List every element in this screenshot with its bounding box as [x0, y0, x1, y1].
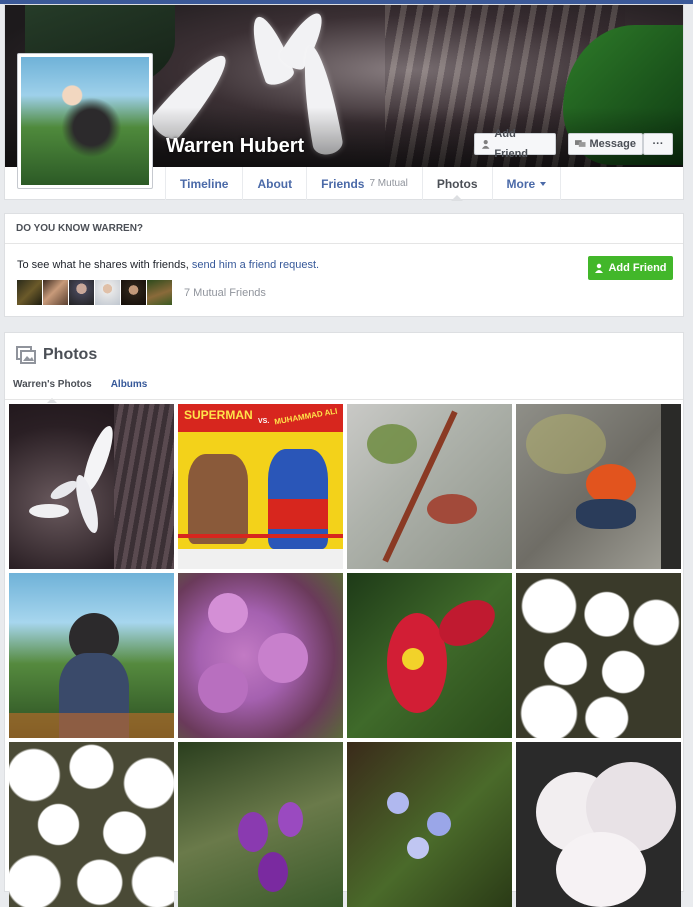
photo-thumbnail-rhododendron[interactable] [516, 742, 681, 907]
photo-thumbnail-purple-wildflowers[interactable] [178, 742, 343, 907]
do-you-know-card: DO YOU KNOW WARREN? To see what he share… [4, 213, 684, 317]
profile-nav: Timeline About Friends 7 Mutual Photos Mo… [165, 167, 562, 201]
photo-thumbnail-lilac[interactable] [178, 573, 343, 738]
mutual-friend-avatar[interactable] [95, 280, 120, 305]
tab-albums[interactable]: Albums [111, 379, 148, 396]
tab-friends[interactable]: Friends 7 Mutual [306, 167, 422, 200]
photo-thumbnail-frog[interactable] [516, 404, 681, 569]
tab-warrens-photos[interactable]: Warren's Photos [13, 379, 92, 403]
mutual-count: 7 Mutual [369, 178, 408, 189]
tab-photos-label: Photos [436, 176, 478, 191]
mutual-friend-avatar[interactable] [147, 280, 172, 305]
photo-grid: SUPERMAN VS. MUHAMMAD ALI [9, 404, 681, 907]
message-button[interactable]: Message [568, 133, 643, 155]
message-icon [575, 140, 586, 147]
tab-friends-label: Friends [321, 176, 365, 191]
profile-name[interactable]: Warren Hubert [166, 135, 304, 158]
photo-thumbnail-man-camera[interactable] [9, 573, 174, 738]
comic-title-vs: VS. [258, 418, 270, 425]
tab-photos[interactable]: Photos [421, 167, 492, 201]
tab-more[interactable]: More [491, 167, 562, 200]
tab-more-label: More [506, 176, 536, 191]
more-options-icon: ··· [652, 138, 664, 150]
photos-title: Photos [43, 346, 98, 363]
add-friend-icon [595, 263, 604, 273]
friend-request-prompt: To see what he shares with friends, send… [17, 259, 319, 271]
message-label: Message [589, 138, 636, 150]
photo-thumbnail-begonia[interactable] [347, 573, 512, 738]
mutual-friend-avatar[interactable] [121, 280, 146, 305]
more-options-button[interactable]: ··· [643, 133, 673, 155]
add-friend-button[interactable]: Add Friend [474, 128, 556, 160]
chevron-down-icon [540, 181, 547, 186]
divider [5, 399, 683, 400]
tab-timeline[interactable]: Timeline [165, 167, 242, 200]
add-friend-label: Add Friend [494, 128, 529, 160]
prompt-text: To see what he shares with friends, [17, 259, 189, 271]
tab-about-label: About [257, 176, 293, 191]
photos-header: Photos [16, 346, 97, 364]
photo-thumbnail-comic-cover[interactable]: SUPERMAN VS. MUHAMMAD ALI [178, 404, 343, 569]
mutual-friend-avatar[interactable] [69, 280, 94, 305]
profile-picture-image [21, 57, 149, 185]
do-you-know-title: DO YOU KNOW WARREN? [5, 214, 683, 244]
add-friend-icon [481, 140, 490, 149]
send-friend-request-link[interactable]: send him a friend request. [192, 259, 319, 271]
photos-icon [16, 346, 36, 364]
profile-picture[interactable] [17, 53, 153, 189]
add-friend-green-button[interactable]: Add Friend [588, 256, 673, 280]
photo-thumbnail-blue-flowers[interactable] [347, 742, 512, 907]
photos-card: Photos Warren's Photos Albums SUPERMAN V… [4, 332, 684, 907]
mutual-friends-avatars [17, 280, 172, 305]
mutual-friends-count[interactable]: 7 Mutual Friends [184, 287, 266, 299]
comic-title-superman: SUPERMAN [184, 408, 253, 422]
mutual-friend-avatar[interactable] [43, 280, 68, 305]
photo-thumbnail-spirea[interactable] [9, 742, 174, 907]
photo-thumbnail-spirea[interactable] [516, 573, 681, 738]
tab-timeline-label: Timeline [180, 176, 229, 191]
profile-header-card: Warren Hubert Add Friend Message ··· Tim… [4, 4, 684, 201]
tab-about[interactable]: About [242, 167, 306, 200]
photo-thumbnail-white-flower[interactable] [9, 404, 174, 569]
photos-subtabs: Warren's Photos Albums [13, 379, 148, 403]
photo-thumbnail-red-twigs[interactable] [347, 404, 512, 569]
mutual-friend-avatar[interactable] [17, 280, 42, 305]
add-friend-green-label: Add Friend [608, 262, 667, 274]
